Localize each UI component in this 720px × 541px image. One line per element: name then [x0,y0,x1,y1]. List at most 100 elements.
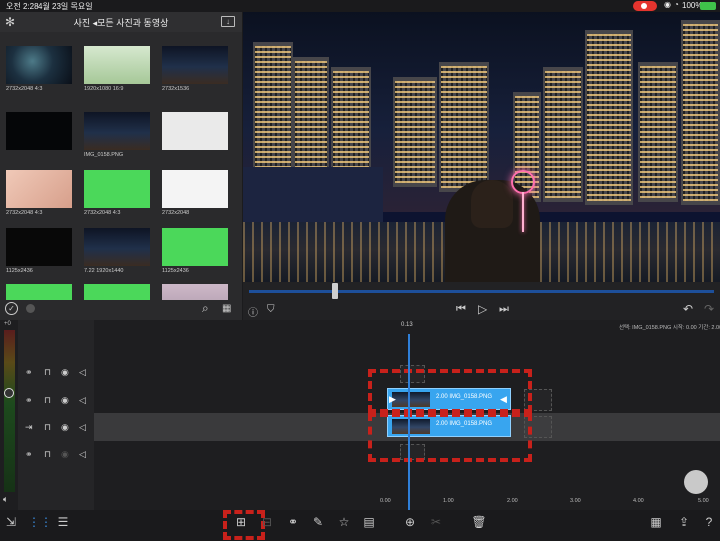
ruler-tick-label: 2.00 [507,498,518,504]
track-control-row: ⇥ ⊓ ◉ ◁ [18,419,94,441]
track-area[interactable]: 0.13 선택: IMG_0158.PNG 시작: 0.00 기간: 2.00 … [94,320,720,510]
link-clips-icon[interactable]: ⚭ [285,515,301,529]
search-icon[interactable]: ⌕ [202,301,209,316]
export-icon[interactable]: ⇲ [3,515,19,529]
media-thumbnail[interactable]: 1125x2436 [6,228,72,274]
media-thumbnail[interactable]: 1125x2436 [162,228,228,274]
scrub-handle[interactable] [332,283,338,299]
skip-back-icon[interactable]: ⏮ [456,303,466,316]
thumbnail-image [84,228,150,266]
help-icon[interactable]: ? [701,515,717,529]
selection-highlight-top [368,369,532,413]
eye-icon[interactable]: ◉ [61,422,69,433]
status-bar: 오전 2:28 4월 23일 목요일 ◉ ◔ 100% [0,0,720,12]
building [293,57,329,182]
pencil-icon[interactable]: ✎ [310,515,326,529]
lock-icon[interactable]: ⊓ [44,449,51,460]
selection-highlight-bottom [368,413,532,462]
thumbnail-meta: 1125x2436 [6,268,33,274]
link-icon[interactable]: ⚭ [25,449,33,460]
volume-icon[interactable]: ◁ [79,367,86,378]
building [439,62,489,192]
speaker-icon[interactable]: 🔈︎ [3,494,8,505]
thumbnail-image [84,46,150,84]
ruler-tick-label: 3.00 [570,498,581,504]
media-thumbnail[interactable]: 2732x2048 4:3 [6,46,72,92]
ruler-tick-label: 4.00 [633,498,644,504]
screen-record-icon [633,1,657,11]
cut-icon[interactable]: ✂ [428,515,444,529]
media-thumbnail[interactable]: IMG_0158.PNG [84,112,150,158]
track-control-row: ⚭ ⊓ ◉ ◁ [18,364,94,386]
media-thumbnail[interactable]: 2732x1536 [162,46,228,92]
trash-icon[interactable]: 🗑︎ [471,515,487,529]
lock-icon[interactable]: ⊓ [44,367,51,378]
track-control-row: ⚭ ⊓ ◉ ◁ [18,446,94,468]
track-controls: ⚭ ⊓ ◉ ◁ ⚭ ⊓ ◉ ◁ ⇥ ⊓ ◉ ◁ ⚭ ⊓ ◉ ◁ [18,320,94,510]
eye-icon[interactable]: ◉ [61,367,69,378]
media-browser: ✻ 사진 ◂모든 사진과 동영상 ↓ 2732x2048 4:3 1920x108… [0,12,242,330]
add-icon[interactable]: ⊕ [402,515,418,529]
thumbnail-image [162,46,228,84]
volume-icon[interactable]: ◁ [79,449,86,460]
media-thumbnail[interactable]: 2732x2048 4:3 [84,170,150,216]
media-thumbnail[interactable]: 2732x2048 4:3 [6,170,72,216]
clipboard-icon[interactable]: ▤ [361,515,377,529]
favorite-icon[interactable]: ☆ [336,515,352,529]
ruler-tick-label: 5.00 [698,498,709,504]
thumbnail-image [162,170,228,208]
timeline-view-icon[interactable]: ⋮⋮ [28,515,52,529]
link-icon[interactable]: ⚭ [25,395,33,406]
grid-view-icon[interactable]: ▦ [222,303,231,314]
volume-icon[interactable]: ◁ [79,395,86,406]
wifi-icon: ◉ [664,0,671,9]
skip-forward-icon[interactable]: ⏭ [499,303,509,316]
status-date: 4월 23일 목요일 [38,2,93,11]
album-title[interactable]: 사진 ◂모든 사진과 동영상 [0,16,242,29]
layout-grid-icon[interactable]: ▦ [648,515,664,529]
floating-action-button[interactable] [684,470,708,494]
record-dot-icon[interactable] [26,304,35,313]
master-volume-knob[interactable] [4,388,14,398]
undo-icon[interactable]: ↶ [683,302,693,316]
link-icon[interactable]: ⚭ [25,367,33,378]
video-preview[interactable] [243,12,720,282]
thumbnail-image [6,170,72,208]
thumbnail-image [6,46,72,84]
volume-icon[interactable]: ◁ [79,422,86,433]
lock-icon[interactable]: ⊓ [44,395,51,406]
media-thumbnail[interactable] [162,112,228,150]
selection-info: 선택: IMG_0158.PNG 시작: 0.00 기간: 2.00 [619,325,720,331]
building [681,20,720,205]
building [585,30,633,205]
share-icon[interactable]: ⇪ [676,515,692,529]
neon-heart-stick [522,192,524,232]
scrub-track[interactable] [249,290,714,293]
add-clip-icon[interactable]: ⊞ [233,515,249,529]
media-browser-header: ✻ 사진 ◂모든 사진과 동영상 ↓ [0,12,242,32]
layout-icon[interactable]: ☰ [55,515,71,529]
lock-icon[interactable]: ⊓ [44,422,51,433]
media-thumbnail[interactable]: 2732x2048 [162,170,228,216]
confirm-check-icon[interactable]: ✓ [5,302,18,315]
media-thumbnail[interactable]: 1920x1080 16:9 [84,46,150,92]
eye-icon[interactable]: ◉ [61,449,69,460]
timeline: +0 🔈︎ ⚭ ⊓ ◉ ◁ ⚭ ⊓ ◉ ◁ ⇥ ⊓ ◉ ◁ ⚭ ⊓ ◉ ◁ 0.… [0,320,720,510]
playhead[interactable] [408,334,410,510]
eye-icon[interactable]: ◉ [61,395,69,406]
thumbnail-meta: 1920x1080 16:9 [84,86,124,92]
import-icon[interactable]: ↓ [221,16,235,27]
time-ruler[interactable]: 0.00 1.00 2.00 3.00 4.00 5.00 [270,498,709,510]
redo-icon[interactable]: ↷ [704,302,714,316]
media-browser-footer: ✓ ⌕ ▦ [0,300,242,320]
playhead-time: 0.13 [401,322,413,328]
split-icon[interactable]: ⊟ [259,515,275,529]
info-icon[interactable]: ⓘ [248,304,258,319]
media-thumbnail[interactable] [6,112,72,150]
thumbnail-meta: IMG_0158.PNG [84,152,124,158]
play-icon[interactable]: ▷ [478,302,487,316]
transition-icon[interactable]: ⇥ [25,422,33,433]
pier [243,167,383,227]
bookmark-add-icon[interactable]: ⛉ [267,304,275,315]
media-thumbnail[interactable]: 7.22 1920x1440 [84,228,150,274]
